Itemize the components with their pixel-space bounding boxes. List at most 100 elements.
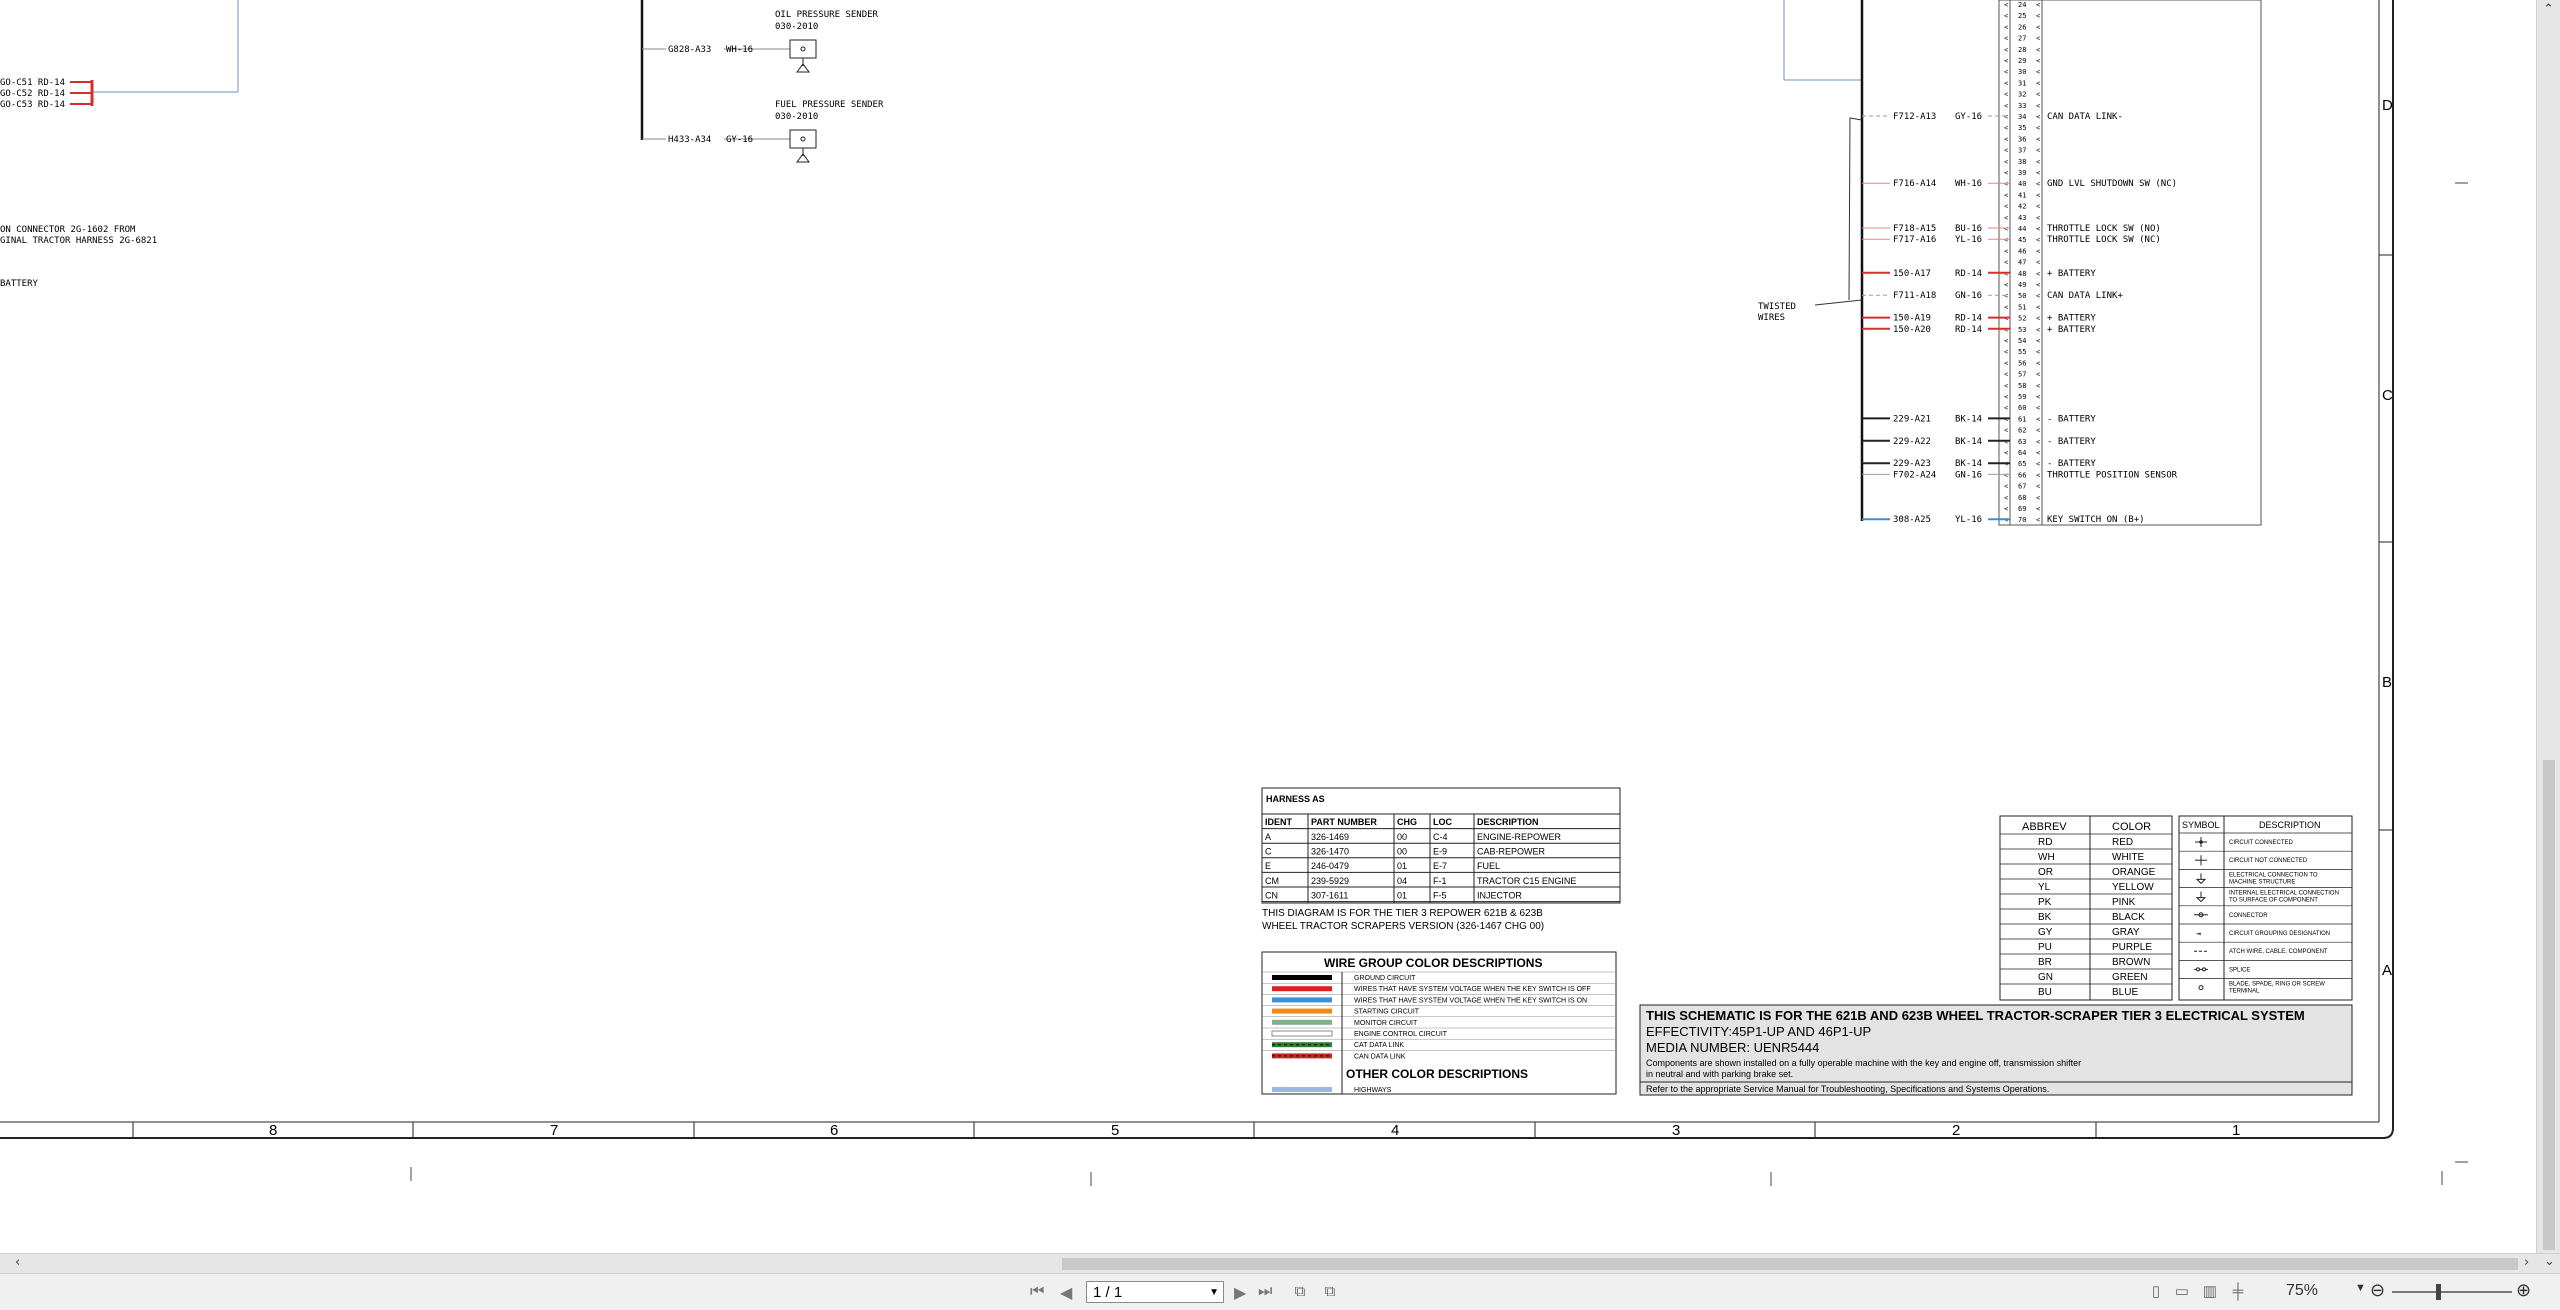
harness-cell: F-5: [1433, 890, 1447, 900]
pin-arrow: <: [2036, 1, 2040, 9]
abbrev-color: ORANGE: [2112, 867, 2156, 878]
pin-number: 27: [2018, 35, 2026, 43]
group-icon: ⇥: [2196, 929, 2201, 938]
vertical-scrollbar[interactable]: ⌃: [2536, 0, 2560, 1253]
zoom-dropdown-icon[interactable]: ▼: [2355, 1282, 2366, 1294]
continuous-page-icon[interactable]: ▭: [2172, 1282, 2192, 1302]
scroll-up-icon[interactable]: ⌃: [2543, 2, 2554, 17]
ecm-connector: TWISTED WIRES 24 < <25 < <26 < <27 < <28 < <29 < <30…: [1758, 0, 2262, 526]
abbrev-color: BLUE: [2112, 987, 2138, 998]
abbreviation-table: ABBREV COLOR RD RED WH WHITE OR ORANGE YL YELLOW P…: [1999, 815, 2173, 1001]
pin-number: 44: [2018, 225, 2026, 233]
pin-arrow: <: [2036, 438, 2040, 446]
pin-number: 25: [2018, 12, 2026, 20]
symbol-header: DESCRIPTION: [2259, 820, 2321, 830]
zoom-out-icon[interactable]: ⊖: [2370, 1280, 2385, 1301]
harness-cell: 239-5929: [1311, 876, 1349, 886]
harness-cell: 307-1611: [1311, 890, 1348, 900]
left-wire-label: GO-C53 RD-14: [0, 100, 65, 110]
horizontal-scrollbar[interactable]: ‹ › ⌄: [0, 1253, 2560, 1274]
pin-number: 69: [2018, 505, 2026, 513]
prev-page-icon[interactable]: ◀: [1060, 1283, 1072, 1303]
abbrev-code: BU: [2038, 987, 2052, 998]
pin-arrow: <: [2036, 236, 2040, 244]
pin-number: 30: [2018, 68, 2026, 76]
wire-label: 150-A19: [1893, 314, 1931, 324]
pin-number: 32: [2018, 91, 2026, 99]
fuel-sender-wire: H433-A34: [668, 135, 711, 145]
wire-label: 150-A20: [1893, 325, 1931, 335]
symbol-glyph: ⇥: [2196, 929, 2201, 938]
document-viewport[interactable]: GO-C51 RD-14 GO-C52 RD-14 GO-C53 RD-14 O…: [0, 0, 2536, 1253]
harness-header: PART NUMBER: [1311, 817, 1377, 827]
pin-arrow: <: [2004, 337, 2008, 345]
wire-color-swatch: [1272, 1008, 1332, 1014]
pin-arrow: <: [2036, 404, 2040, 412]
pin-number: 29: [2018, 57, 2026, 65]
pin-arrow: <: [2036, 359, 2040, 367]
harness-cell: C: [1265, 847, 1272, 857]
pin-arrow: <: [2036, 292, 2040, 300]
harness-title: HARNESS AS: [1266, 794, 1325, 804]
page-number-field[interactable]: 1 / 1 ▼: [1086, 1281, 1224, 1303]
abbrev-color: WHITE: [2112, 852, 2145, 863]
two-page-icon[interactable]: ▥: [2200, 1282, 2220, 1302]
pin-number: 62: [2018, 427, 2026, 435]
column-number: 7: [550, 1122, 558, 1139]
wire-group-label: WIRES THAT HAVE SYSTEM VOLTAGE WHEN THE …: [1354, 986, 1591, 993]
wire-color: GY-16: [1955, 112, 1982, 122]
chevron-down-icon[interactable]: ▼: [1209, 1282, 1219, 1304]
wire-color-swatch: [1271, 1030, 1333, 1037]
symbol-dot: [2199, 840, 2203, 844]
pin-arrow: <: [2036, 483, 2040, 491]
wire-color: YL-16: [1955, 235, 1982, 245]
pin-arrow: <: [2036, 124, 2040, 132]
pin-number: 54: [2018, 337, 2026, 345]
symbol-description: CIRCUIT CONNECTED: [2229, 840, 2294, 846]
pin-arrow: <: [2036, 169, 2040, 177]
pin-number: 65: [2018, 460, 2026, 468]
split-view-icon[interactable]: ╪: [2228, 1282, 2248, 1302]
wire-color: BK-14: [1955, 459, 1982, 469]
other-color-swatch: [1272, 1087, 1332, 1092]
next-page-icon[interactable]: ▶: [1234, 1283, 1246, 1303]
title-block: THIS SCHEMATIC IS FOR THE 621B AND 623B …: [1639, 1004, 2353, 1096]
pin-number: 63: [2018, 438, 2026, 446]
first-page-icon[interactable]: ⏮: [1030, 1283, 1044, 1301]
harness-cell: E-9: [1433, 847, 1447, 857]
zoom-slider[interactable]: [2392, 1291, 2512, 1293]
pin-number: 61: [2018, 415, 2026, 423]
zoom-slider-thumb[interactable]: [2436, 1284, 2441, 1300]
fit-width-icon[interactable]: ⧉: [1290, 1282, 1310, 1302]
scroll-down-icon[interactable]: ⌄: [2544, 1254, 2555, 1269]
harness-cell: 246-0479: [1311, 861, 1349, 871]
pin-arrow: <: [2004, 236, 2008, 244]
title-effectivity: EFFECTIVITY:45P1-UP AND 46P1-UP: [1646, 1024, 1871, 1039]
fit-page-icon[interactable]: ⧉: [1320, 1282, 1340, 1302]
pin-arrow: <: [2004, 348, 2008, 356]
pin-number: 68: [2018, 494, 2026, 502]
scroll-right-icon[interactable]: ›: [2524, 1255, 2529, 1270]
zoom-level[interactable]: 75%: [2286, 1282, 2318, 1300]
wire-label: 308-A25: [1893, 515, 1931, 525]
scroll-left-icon[interactable]: ‹: [15, 1255, 20, 1270]
pin-number: 49: [2018, 281, 2026, 289]
wire-label: F716-A14: [1893, 179, 1936, 189]
pin-arrow: <: [2004, 91, 2008, 99]
pin-description: THROTTLE POSITION SENSOR: [2047, 470, 2178, 480]
pin-number: 70: [2018, 516, 2026, 524]
zone-letter: B: [2382, 674, 2392, 691]
vertical-scroll-thumb[interactable]: [2543, 760, 2555, 1250]
horizontal-scroll-thumb[interactable]: [1062, 1258, 2518, 1270]
wire-label: F717-A16: [1893, 235, 1936, 245]
wire-color: RD-14: [1955, 325, 1982, 335]
zoom-in-icon[interactable]: ⊕: [2516, 1280, 2531, 1301]
wire-group-label: WIRES THAT HAVE SYSTEM VOLTAGE WHEN THE …: [1354, 997, 1587, 1004]
single-page-icon[interactable]: ▯: [2146, 1282, 2166, 1302]
last-page-icon[interactable]: ⏭: [1258, 1283, 1272, 1301]
left-note-line: ON CONNECTOR 2G-1602 FROM: [0, 225, 136, 235]
zone-letter: A: [2382, 962, 2392, 979]
pin-number: 56: [2018, 359, 2026, 367]
pin-number: 31: [2018, 79, 2026, 87]
harness-cell: E-7: [1433, 861, 1447, 871]
